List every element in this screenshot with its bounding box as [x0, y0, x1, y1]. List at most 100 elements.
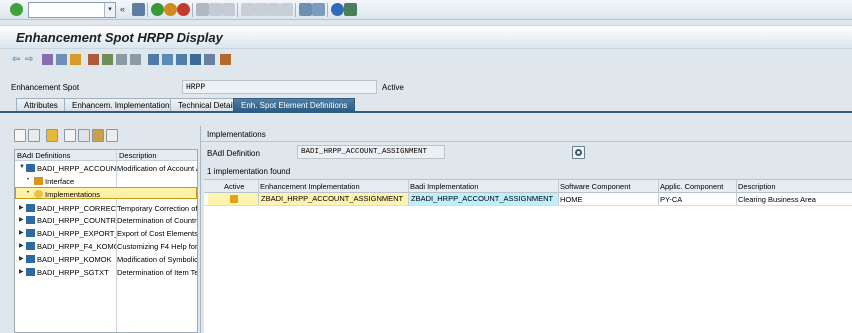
- tree-row-badi-hrpp-export-cost[interactable]: ▶ BADI_HRPP_EXPORT_COST Export of Cost E…: [15, 227, 197, 239]
- save-icon[interactable]: [132, 3, 145, 16]
- display-change-icon[interactable]: [42, 54, 53, 65]
- prev-page-icon[interactable]: [254, 3, 267, 16]
- expand-arrow-icon[interactable]: ▶: [19, 204, 24, 211]
- where-used-icon[interactable]: [88, 54, 99, 65]
- badi-icon: [26, 229, 35, 237]
- enhancement-spot-row: Enhancement Spot HRPP Active: [0, 78, 852, 96]
- refresh-button[interactable]: [572, 146, 585, 159]
- expand-icon[interactable]: [46, 129, 58, 142]
- expand-arrow-icon[interactable]: ▶: [19, 216, 24, 223]
- tree-row-badi-hrpp-sgtxt[interactable]: ▶ BADI_HRPP_SGTXT Determination of Item …: [15, 266, 197, 278]
- next-page-icon[interactable]: [267, 3, 280, 16]
- enhancement-spot-label: Enhancement Spot: [11, 83, 80, 92]
- expand-arrow-icon[interactable]: ▶: [19, 255, 24, 262]
- tools-icon[interactable]: [220, 54, 231, 65]
- tree-row-desc: Modification of Account As: [117, 164, 197, 173]
- expand-arrow-icon[interactable]: ▶: [19, 242, 24, 249]
- tree-col-description: Description: [119, 151, 157, 160]
- tree-row-badi-hrpp-komok[interactable]: ▶ BADI_HRPP_KOMOK Modification of Symbol…: [15, 253, 197, 265]
- tree-row-implementations[interactable]: • Implementations: [15, 187, 197, 199]
- col-enhancement-implementation: Enhancement Implementation: [260, 182, 360, 191]
- grid-header: Active Enhancement Implementation Badi I…: [204, 180, 852, 193]
- badi-icon: [26, 255, 35, 263]
- print-icon[interactable]: [196, 3, 209, 16]
- badi-impl-cell[interactable]: ZBADI_HRPP_ACCOUNT_ASSIGNMENT: [409, 193, 558, 205]
- copy-icon[interactable]: [78, 129, 90, 142]
- chevron-down-icon[interactable]: ▾: [104, 3, 115, 17]
- col-active: Active: [224, 182, 245, 191]
- tab-enhancem-implementations[interactable]: Enhancem. Implementations: [64, 98, 182, 112]
- hierarchy-icon[interactable]: [148, 54, 159, 65]
- layout-icon[interactable]: [204, 54, 215, 65]
- customize-icon[interactable]: [344, 3, 357, 16]
- enhancement-info-icon[interactable]: [130, 54, 141, 65]
- tab-attributes[interactable]: Attributes: [16, 98, 66, 112]
- find-icon[interactable]: [209, 3, 222, 16]
- tree-row-interface[interactable]: • Interface: [15, 175, 197, 187]
- cancel-icon[interactable]: [177, 3, 190, 16]
- tree-row-badi-hrpp-account-assignment[interactable]: ▼ BADI_HRPP_ACCOUNT_ASSIGNMENT Modificat…: [15, 162, 197, 174]
- shortcut-icon[interactable]: [312, 3, 325, 16]
- object-list-icon[interactable]: [102, 54, 113, 65]
- implementations-icon: [34, 190, 43, 198]
- hierarchy-tree-icon[interactable]: [92, 129, 104, 142]
- col-badi-implementation: Badi Implementation: [410, 182, 479, 191]
- enhancement-spot-field: HRPP: [182, 80, 377, 94]
- check-icon[interactable]: [10, 3, 23, 16]
- status-text: Active: [382, 83, 404, 92]
- badi-definition-field: BADI_HRPP_ACCOUNT_ASSIGNMENT: [297, 145, 445, 159]
- navigation-window-icon[interactable]: [116, 54, 127, 65]
- system-toolbar: ▾ «: [0, 0, 852, 20]
- tree-row-badi-hrpp-country-ext[interactable]: ▶ BADI_HRPP_COUNTRY_EXT Determination of…: [15, 214, 197, 226]
- badi-definition-label: BAdI Definition: [207, 149, 260, 158]
- other-object-icon[interactable]: [56, 54, 67, 65]
- table-row[interactable]: ZBADI_HRPP_ACCOUNT_ASSIGNMENT ZBADI_HRPP…: [204, 193, 852, 206]
- delete-icon[interactable]: [28, 129, 40, 142]
- tree-row-badi-hrpp-f4-komok[interactable]: ▶ BADI_HRPP_F4_KOMOK Customizing F4 Help…: [15, 240, 197, 252]
- help-icon[interactable]: [331, 3, 344, 16]
- tree-row-badi-hrpp-correct-fi[interactable]: ▶ BADI_HRPP_CORRECT_FI Temporary Correct…: [15, 202, 197, 214]
- forward-arrow-icon[interactable]: ⇨: [25, 54, 36, 65]
- badi-impl-value: ZBADI_HRPP_ACCOUNT_ASSIGNMENT: [411, 194, 554, 203]
- tree-row-label: BADI_HRPP_COUNTRY_EXT: [37, 216, 116, 225]
- page-title: Enhancement Spot HRPP Display: [16, 30, 223, 45]
- tab-strip: Attributes Enhancem. Implementations Tec…: [0, 97, 852, 112]
- enh-impl-cell[interactable]: ZBADI_HRPP_ACCOUNT_ASSIGNMENT: [259, 193, 408, 205]
- tree-row-label: BADI_HRPP_SGTXT: [37, 268, 109, 277]
- tree-row-desc: Modification of Symbolic A: [117, 255, 197, 264]
- find-next-icon[interactable]: [222, 3, 235, 16]
- info-icon[interactable]: [190, 54, 201, 65]
- tab-underline: [0, 111, 852, 113]
- activate-icon[interactable]: [70, 54, 81, 65]
- collapse-icon[interactable]: [64, 129, 76, 142]
- exit-icon[interactable]: [164, 3, 177, 16]
- badi-icon: [26, 216, 35, 224]
- active-cell[interactable]: [208, 193, 258, 205]
- tab-enh-spot-element-definitions[interactable]: Enh. Spot Element Definitions: [233, 98, 356, 112]
- expand-arrow-icon[interactable]: ▶: [19, 268, 24, 275]
- col-description: Description: [738, 182, 776, 191]
- document-icon[interactable]: [106, 129, 118, 142]
- interface-icon: [34, 177, 43, 185]
- tree-header: BAdI Definitions Description: [15, 150, 197, 161]
- first-page-icon[interactable]: [241, 3, 254, 16]
- tree-row-desc: Determination of Country: [117, 216, 197, 225]
- last-page-icon[interactable]: [280, 3, 293, 16]
- table-icon[interactable]: [176, 54, 187, 65]
- col-software-component: Software Component: [560, 182, 631, 191]
- implementations-grid: Active Enhancement Implementation Badi I…: [204, 179, 852, 333]
- command-field[interactable]: ▾: [28, 2, 116, 18]
- title-bar: Enhancement Spot HRPP Display: [0, 25, 852, 49]
- new-icon[interactable]: [14, 129, 26, 142]
- tree-col-badi-definitions: BAdI Definitions: [17, 151, 71, 160]
- expand-arrow-icon[interactable]: ▶: [19, 229, 24, 236]
- new-session-icon[interactable]: [299, 3, 312, 16]
- expand-arrow-icon[interactable]: ▼: [19, 164, 25, 170]
- back-arrow-icon[interactable]: ⇦: [12, 54, 23, 65]
- user-icon[interactable]: [162, 54, 173, 65]
- tree-row-label: BADI_HRPP_ACCOUNT_ASSIGNMENT: [37, 164, 116, 173]
- back-icon[interactable]: [151, 3, 164, 16]
- tree-row-label: Interface: [45, 177, 75, 186]
- badi-icon: [26, 268, 35, 276]
- tree-row-desc: Determination of Item Te: [117, 268, 197, 277]
